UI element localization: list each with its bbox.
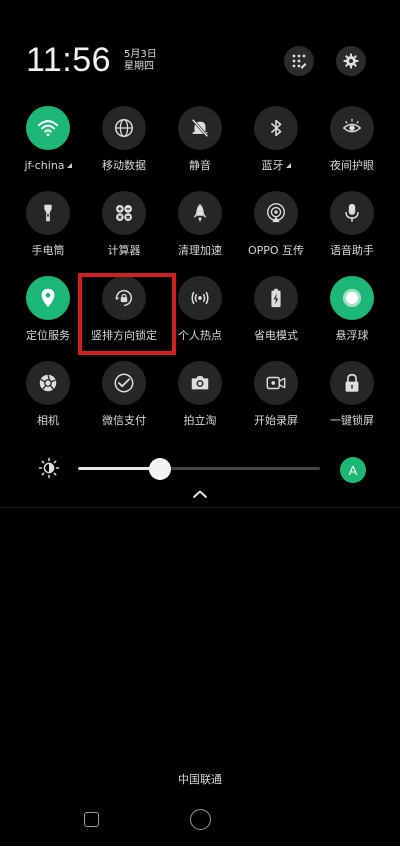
camera-icon (191, 376, 209, 390)
tile-label: 静音 (189, 159, 211, 172)
location-toggle[interactable] (26, 276, 70, 320)
floating-ball-icon (342, 288, 362, 308)
tile-label: 相机 (37, 414, 59, 427)
expand-arrow-icon[interactable] (285, 163, 291, 168)
tile-clean-boost[interactable]: 清理加速 (162, 191, 238, 271)
gear-icon (343, 53, 359, 69)
battery-saver-icon (271, 288, 281, 308)
mobile-data-toggle[interactable] (102, 106, 146, 150)
mute-icon (191, 118, 209, 138)
share-icon (267, 203, 285, 223)
clean-boost-toggle[interactable] (178, 191, 222, 235)
voice-assistant-toggle[interactable] (330, 191, 374, 235)
tile-lock-screen[interactable]: 一键锁屏 (314, 361, 390, 441)
tile-label: 手电筒 (31, 244, 65, 257)
tile-label: 开始录屏 (254, 414, 298, 427)
rocket-icon (193, 203, 207, 223)
hotspot-toggle[interactable] (178, 276, 222, 320)
tile-pailitao[interactable]: 拍立淘 (162, 361, 238, 441)
microphone-icon (345, 203, 359, 222)
collapse-chevron-icon[interactable] (190, 487, 210, 501)
wechat-pay-toggle[interactable] (102, 361, 146, 405)
settings-button[interactable] (336, 46, 366, 76)
location-icon (41, 288, 55, 308)
tile-label: 移动数据 (102, 159, 146, 172)
mute-toggle[interactable] (178, 106, 222, 150)
clock: 11:56 (26, 41, 112, 79)
tile-battery-saver[interactable]: 省电模式 (238, 276, 314, 356)
tile-label: 一键锁屏 (330, 414, 374, 427)
tile-label: 计算器 (107, 244, 141, 257)
tile-flashlight[interactable]: 手电筒 (10, 191, 86, 271)
lock-icon (345, 373, 359, 392)
tile-mute[interactable]: 静音 (162, 106, 238, 186)
oppo-share-toggle[interactable] (254, 191, 298, 235)
calculator-toggle[interactable] (102, 191, 146, 235)
eye-protection-icon (342, 118, 362, 133)
tile-eye-protection[interactable]: 夜间护眼 (314, 106, 390, 186)
brightness-slider-fill (78, 467, 161, 470)
tile-oppo-share[interactable]: OPPO 互传 (238, 191, 314, 271)
tile-calculator[interactable]: 计算器 (86, 191, 162, 271)
brightness-slider-track[interactable] (78, 467, 320, 470)
brightness-slider-thumb[interactable] (149, 458, 172, 480)
wifi-icon (37, 120, 59, 137)
expand-arrow-icon[interactable] (66, 163, 72, 168)
tile-label: 蓝牙 (261, 159, 284, 172)
flashlight-icon (44, 204, 52, 222)
hotspot-icon (191, 291, 209, 305)
tile-camera[interactable]: 相机 (10, 361, 86, 441)
tile-voice-assistant[interactable]: 语音助手 (314, 191, 390, 271)
mobile-data-icon (115, 119, 133, 137)
weekday-line: 星期四 (124, 61, 154, 72)
brightness-control: A (0, 450, 400, 490)
lock-screen-toggle[interactable] (330, 361, 374, 405)
annotation-highlight-box (78, 273, 176, 355)
tile-label: 清理加速 (178, 244, 222, 257)
screen-record-toggle[interactable] (254, 361, 298, 405)
grid-edit-icon (292, 54, 307, 69)
auto-brightness-button[interactable]: A (340, 457, 366, 483)
panel-divider (0, 507, 400, 508)
tile-floating-ball[interactable]: 悬浮球 (314, 276, 390, 356)
tile-label: 微信支付 (102, 414, 146, 427)
battery-saver-toggle[interactable] (254, 276, 298, 320)
bluetooth-icon (270, 119, 282, 137)
tile-label: 拍立淘 (183, 414, 217, 427)
tile-label: 夜间护眼 (330, 159, 374, 172)
home-button[interactable] (190, 809, 211, 830)
carrier-name: 中国联通 (178, 773, 222, 786)
edit-tiles-button[interactable] (284, 46, 314, 76)
tile-label: 省电模式 (254, 329, 298, 342)
bluetooth-toggle[interactable] (254, 106, 298, 150)
floating-ball-toggle[interactable] (330, 276, 374, 320)
status-header: 11:56 5月3日 星期四 (0, 0, 400, 100)
tile-label: jf-china (24, 159, 65, 172)
camera-toggle[interactable] (26, 361, 70, 405)
tile-wechat-pay[interactable]: 微信支付 (86, 361, 162, 441)
tile-label: OPPO 互传 (247, 244, 305, 257)
flashlight-toggle[interactable] (26, 191, 70, 235)
pailitao-toggle[interactable] (178, 361, 222, 405)
brightness-icon (38, 457, 60, 479)
date: 5月3日 星期四 (124, 49, 157, 73)
tile-location[interactable]: 定位服务 (10, 276, 86, 356)
eye-protection-toggle[interactable] (330, 106, 374, 150)
date-line: 5月3日 (124, 49, 157, 60)
recents-button[interactable] (84, 812, 99, 827)
tile-bluetooth[interactable]: 蓝牙 (238, 106, 314, 186)
tile-label: 悬浮球 (335, 329, 369, 342)
camera-shutter-icon (39, 374, 57, 392)
screen-record-icon (266, 376, 286, 390)
wechat-pay-icon (114, 373, 134, 393)
tile-screen-record[interactable]: 开始录屏 (238, 361, 314, 441)
calculator-icon (116, 205, 132, 221)
tile-mobile-data[interactable]: 移动数据 (86, 106, 162, 186)
tile-wifi[interactable]: jf-china (10, 106, 86, 186)
tile-label: 语音助手 (330, 244, 374, 257)
wifi-toggle[interactable] (26, 106, 70, 150)
